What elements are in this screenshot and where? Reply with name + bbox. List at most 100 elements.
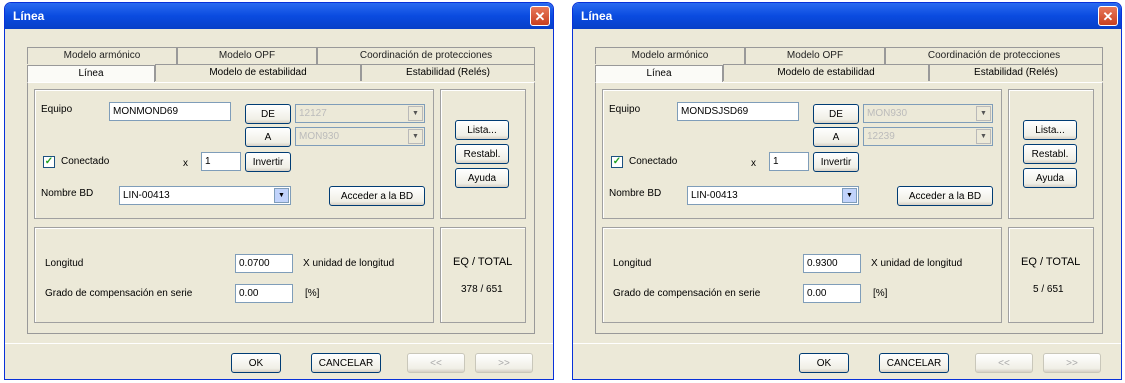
x-label: x: [751, 158, 756, 169]
tab-modelo-opf[interactable]: Modelo OPF: [177, 47, 317, 64]
a-button[interactable]: A: [813, 127, 859, 147]
tab-coordinacion-protecciones[interactable]: Coordinación de protecciones: [317, 47, 535, 64]
conectado-label: Conectado: [629, 156, 678, 167]
next-button[interactable]: >>: [1043, 353, 1101, 373]
equipment-group: Equipo MONMOND69 DE 12127 ▼ A MON930 ▼ ✓…: [34, 89, 434, 219]
de-select: MON930 ▼: [863, 104, 993, 123]
prev-button[interactable]: <<: [975, 353, 1033, 373]
window-title: Línea: [581, 9, 613, 23]
eq-total-value: 378 / 651: [461, 284, 503, 295]
lista-button[interactable]: Lista...: [1023, 120, 1077, 140]
eq-total-label: EQ / TOTAL: [453, 256, 513, 268]
equipo-field[interactable]: MONDSJSD69: [677, 102, 799, 121]
eq-total-value: 5 / 651: [1033, 284, 1064, 295]
ok-button[interactable]: OK: [231, 353, 281, 373]
nombre-bd-select[interactable]: LIN-00413 ▼: [687, 186, 859, 205]
restabl-button[interactable]: Restabl.: [1023, 144, 1077, 164]
invertir-button[interactable]: Invertir: [813, 152, 859, 172]
longitud-field[interactable]: 0.9300: [803, 254, 861, 273]
close-button[interactable]: ✕: [1098, 6, 1118, 26]
grado-unit: [%]: [873, 288, 888, 299]
tab-modelo-armonico[interactable]: Modelo armónico: [27, 47, 177, 64]
longitud-unit: X unidad de longitud: [871, 258, 963, 269]
close-icon: ✕: [1102, 8, 1114, 24]
title-bar: Línea ✕: [5, 3, 553, 29]
a-select: 12239 ▼: [863, 127, 993, 146]
grado-label: Grado de compensación en serie: [45, 288, 193, 299]
checkmark-icon: ✓: [612, 156, 622, 167]
parameters-group: Longitud 0.9300 X unidad de longitud Gra…: [602, 227, 1002, 323]
lista-button[interactable]: Lista...: [455, 120, 509, 140]
eq-total-group: EQ / TOTAL 378 / 651: [440, 227, 526, 323]
tab-modelo-estabilidad[interactable]: Modelo de estabilidad: [155, 64, 361, 81]
ok-button[interactable]: OK: [799, 353, 849, 373]
ayuda-button[interactable]: Ayuda: [1023, 168, 1077, 188]
a-value: 12239: [867, 131, 895, 142]
grado-label: Grado de compensación en serie: [613, 288, 761, 299]
eq-total-label: EQ / TOTAL: [1021, 256, 1081, 268]
x-field[interactable]: 1: [769, 152, 809, 171]
a-button[interactable]: A: [245, 127, 291, 147]
de-button[interactable]: DE: [245, 104, 291, 124]
chevron-down-icon: ▼: [274, 188, 289, 203]
equipo-field[interactable]: MONMOND69: [109, 102, 231, 121]
tab-row-front: Línea Modelo de estabilidad Estabilidad …: [595, 64, 1103, 82]
acceder-bd-button[interactable]: Acceder a la BD: [897, 186, 993, 206]
tab-linea[interactable]: Línea: [27, 65, 155, 82]
x-label: x: [183, 158, 188, 169]
tab-row-back: Modelo armónico Modelo OPF Coordinación …: [595, 47, 1103, 64]
checkmark-icon: ✓: [44, 156, 54, 167]
equipo-label: Equipo: [609, 104, 641, 115]
de-value: 12127: [299, 108, 327, 119]
chevron-down-icon: ▼: [408, 129, 423, 144]
chevron-down-icon: ▼: [976, 129, 991, 144]
actions-group: Lista... Restabl. Ayuda: [1008, 89, 1094, 219]
nombre-bd-label: Nombre BD: [41, 188, 94, 199]
tab-modelo-opf[interactable]: Modelo OPF: [745, 47, 885, 64]
a-value: MON930: [299, 131, 340, 142]
longitud-field[interactable]: 0.0700: [235, 254, 293, 273]
close-icon: ✕: [534, 8, 546, 24]
prev-button[interactable]: <<: [407, 353, 465, 373]
nombre-bd-select[interactable]: LIN-00413 ▼: [119, 186, 291, 205]
tab-estabilidad-reles[interactable]: Estabilidad (Relés): [361, 64, 535, 81]
tab-strip: Modelo armónico Modelo OPF Coordinación …: [595, 47, 1103, 82]
acceder-bd-button[interactable]: Acceder a la BD: [329, 186, 425, 206]
tab-modelo-estabilidad[interactable]: Modelo de estabilidad: [723, 64, 929, 81]
next-button[interactable]: >>: [475, 353, 533, 373]
eq-total-group: EQ / TOTAL 5 / 651: [1008, 227, 1094, 323]
grado-field[interactable]: 0.00: [235, 284, 293, 303]
conectado-checkbox[interactable]: ✓: [43, 156, 55, 168]
title-bar: Línea ✕: [573, 3, 1121, 29]
grado-unit: [%]: [305, 288, 320, 299]
ayuda-button[interactable]: Ayuda: [455, 168, 509, 188]
de-value: MON930: [867, 108, 908, 119]
nombre-bd-label: Nombre BD: [609, 188, 662, 199]
cancelar-button[interactable]: CANCELAR: [879, 353, 949, 373]
tab-modelo-armonico[interactable]: Modelo armónico: [595, 47, 745, 64]
de-select: 12127 ▼: [295, 104, 425, 123]
x-field[interactable]: 1: [201, 152, 241, 171]
conectado-checkbox[interactable]: ✓: [611, 156, 623, 168]
close-button[interactable]: ✕: [530, 6, 550, 26]
nombre-bd-value: LIN-00413: [123, 190, 170, 201]
chevron-down-icon: ▼: [842, 188, 857, 203]
tab-linea[interactable]: Línea: [595, 65, 723, 82]
tab-coordinacion-protecciones[interactable]: Coordinación de protecciones: [885, 47, 1103, 64]
invertir-button[interactable]: Invertir: [245, 152, 291, 172]
tab-row-front: Línea Modelo de estabilidad Estabilidad …: [27, 64, 535, 82]
tab-content-linea: Equipo MONMOND69 DE 12127 ▼ A MON930 ▼ ✓…: [27, 82, 535, 334]
cancelar-button[interactable]: CANCELAR: [311, 353, 381, 373]
chevron-down-icon: ▼: [976, 106, 991, 121]
footer-separator: [5, 343, 553, 344]
nombre-bd-value: LIN-00413: [691, 190, 738, 201]
footer-separator: [573, 343, 1121, 344]
chevron-down-icon: ▼: [408, 106, 423, 121]
tab-estabilidad-reles[interactable]: Estabilidad (Relés): [929, 64, 1103, 81]
de-button[interactable]: DE: [813, 104, 859, 124]
restabl-button[interactable]: Restabl.: [455, 144, 509, 164]
tab-content-linea: Equipo MONDSJSD69 DE MON930 ▼ A 12239 ▼ …: [595, 82, 1103, 334]
grado-field[interactable]: 0.00: [803, 284, 861, 303]
a-select: MON930 ▼: [295, 127, 425, 146]
dialog-window-1: Línea ✕ Modelo armónico Modelo OPF Coord…: [4, 2, 554, 380]
